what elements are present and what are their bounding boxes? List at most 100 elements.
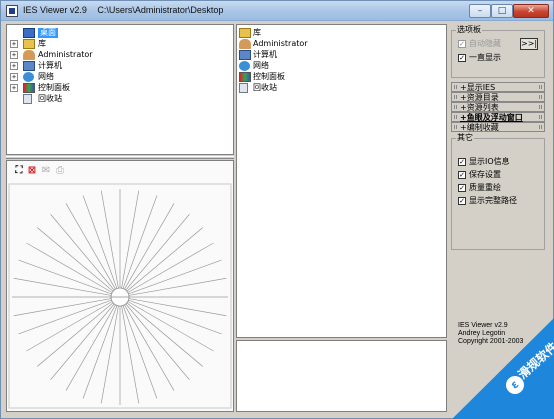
control-panel-icon xyxy=(23,83,35,93)
expand-icon[interactable]: + xyxy=(10,62,18,70)
network-icon xyxy=(23,72,34,82)
minimize-button[interactable]: – xyxy=(469,4,491,18)
file-list-label: Administrator xyxy=(253,39,308,48)
plot-ray xyxy=(128,277,227,296)
app-icon[interactable] xyxy=(6,5,18,17)
tree-item-label: Administrator xyxy=(38,50,93,59)
plot-ray xyxy=(126,302,203,367)
plot-ray xyxy=(50,303,115,380)
section-button[interactable]: +编制收藏 xyxy=(451,122,545,132)
section-button[interactable]: +鱼眼及浮动窗口 xyxy=(451,112,545,122)
grip-icon xyxy=(454,125,457,129)
plot-ray xyxy=(13,298,112,317)
expand-icon[interactable]: + xyxy=(10,51,18,59)
current-path: C:\Users\Administrator\Desktop xyxy=(97,5,224,15)
folder-tree[interactable]: 桌面 + 库 + Administrator + 计算机 + 网络 + 控制面板 回收站 xyxy=(6,24,234,155)
file-list-label: 网络 xyxy=(253,61,269,70)
section-label: +资源列表 xyxy=(460,103,499,112)
plot-ray xyxy=(13,277,112,296)
auto-hide-label: 自动隐藏 xyxy=(469,39,501,48)
plot-ray xyxy=(121,190,140,289)
window-title: IES Viewer v2.9 C:\Users\Administrator\D… xyxy=(23,5,231,15)
title-bar[interactable]: IES Viewer v2.9 C:\Users\Administrator\D… xyxy=(1,1,553,21)
grip-icon xyxy=(539,95,542,99)
grip-icon xyxy=(454,85,457,89)
plot-ray xyxy=(126,227,203,292)
expand-icon[interactable]: + xyxy=(10,84,18,92)
print-icon[interactable]: ⎙ xyxy=(54,165,66,177)
other-title: 其它 xyxy=(456,133,474,143)
network-icon xyxy=(239,61,250,71)
recycle-bin-icon xyxy=(23,94,32,104)
checkbox-label: 保存设置 xyxy=(469,170,501,179)
computer-icon xyxy=(23,61,35,71)
expand-icon[interactable]: + xyxy=(10,40,18,48)
watermark-badge: ε 滑规软件 xyxy=(452,318,554,419)
expand-icon[interactable]: + xyxy=(10,73,18,81)
section-label: +显示IES xyxy=(460,83,496,92)
section-button[interactable]: +显示IES xyxy=(451,82,545,92)
splitter[interactable] xyxy=(6,156,234,159)
user-folder-icon xyxy=(23,50,35,60)
library-icon xyxy=(23,39,35,49)
tree-item-label: 网络 xyxy=(38,72,54,81)
checkbox[interactable]: ✓ xyxy=(458,158,466,166)
grip-icon xyxy=(454,105,457,109)
section-button[interactable]: +资源目录 xyxy=(451,92,545,102)
grip-icon xyxy=(454,95,457,99)
checkbox[interactable]: ✓ xyxy=(458,171,466,179)
plot-ray xyxy=(37,227,114,292)
always-show-label: 一直显示 xyxy=(469,53,501,62)
grip-icon xyxy=(539,115,542,119)
mail-icon[interactable]: ✉ xyxy=(40,165,52,177)
tree-item-label: 桌面 xyxy=(38,28,58,38)
other-group: 其它 ✓ 显示IO信息 ✓ 保存设置 ✓ 质量重绘 ✓ 显示完整路径 IES Viewer v… xyxy=(451,133,545,345)
tree-item-label: 库 xyxy=(38,39,46,48)
grip-icon xyxy=(454,115,457,119)
desktop-icon xyxy=(23,28,35,38)
always-show-check[interactable]: ✓ xyxy=(458,54,466,62)
grip-icon xyxy=(539,85,542,89)
info-panel xyxy=(236,340,447,412)
file-list-label: 计算机 xyxy=(253,50,277,59)
app-title: IES Viewer v2.9 xyxy=(23,5,87,15)
tree-item-label: 计算机 xyxy=(38,61,62,70)
plot-ray xyxy=(50,214,115,291)
computer-icon xyxy=(239,50,251,60)
grip-icon xyxy=(539,125,542,129)
section-label: +鱼眼及浮动窗口 xyxy=(460,113,523,122)
section-button[interactable]: +资源列表 xyxy=(451,102,545,112)
plot-ray xyxy=(121,305,140,404)
options-group: 选项板 ✓ 自动隐藏 >>| ✓ 一直显示 xyxy=(451,25,545,78)
library-icon xyxy=(239,28,251,38)
checkbox-label: 显示IO信息 xyxy=(469,157,510,166)
file-list-label: 控制面板 xyxy=(253,72,285,81)
checkbox[interactable]: ✓ xyxy=(458,197,466,205)
maximize-button[interactable]: □ xyxy=(491,4,513,18)
file-list-label: 库 xyxy=(253,28,261,37)
file-list-label: 回收站 xyxy=(253,83,277,92)
plot-ray xyxy=(125,214,190,291)
options-title: 选项板 xyxy=(456,25,482,35)
auto-hide-check[interactable]: ✓ xyxy=(458,40,466,48)
plot-ray xyxy=(128,298,227,317)
plot-ray xyxy=(37,302,114,367)
grip-icon xyxy=(539,105,542,109)
close-button[interactable]: ✕ xyxy=(513,4,549,18)
checkbox[interactable]: ✓ xyxy=(458,184,466,192)
ies-viewer-panel: ⛶ ⊠ ✉ ⎙ xyxy=(6,160,234,412)
more-button[interactable]: >>| xyxy=(520,38,538,50)
ies-polar-plot xyxy=(8,183,232,409)
checkbox-label: 质量重绘 xyxy=(469,183,501,192)
user-folder-icon xyxy=(239,39,251,49)
zoom-fit-icon[interactable]: ⛶ xyxy=(13,165,25,177)
section-label: +资源目录 xyxy=(460,93,499,102)
plot-ray xyxy=(100,190,119,289)
pdf-icon[interactable]: ⊠ xyxy=(26,165,38,177)
tree-item-label: 控制面板 xyxy=(38,83,70,92)
plot-ray xyxy=(100,305,119,404)
file-list[interactable]: 库 Administrator 计算机网络控制面板回收站 xyxy=(236,24,447,338)
plot-ray xyxy=(125,303,190,380)
viewer-toolbar: ⛶ ⊠ ✉ ⎙ xyxy=(13,165,83,177)
checkbox-label: 显示完整路径 xyxy=(469,196,517,205)
